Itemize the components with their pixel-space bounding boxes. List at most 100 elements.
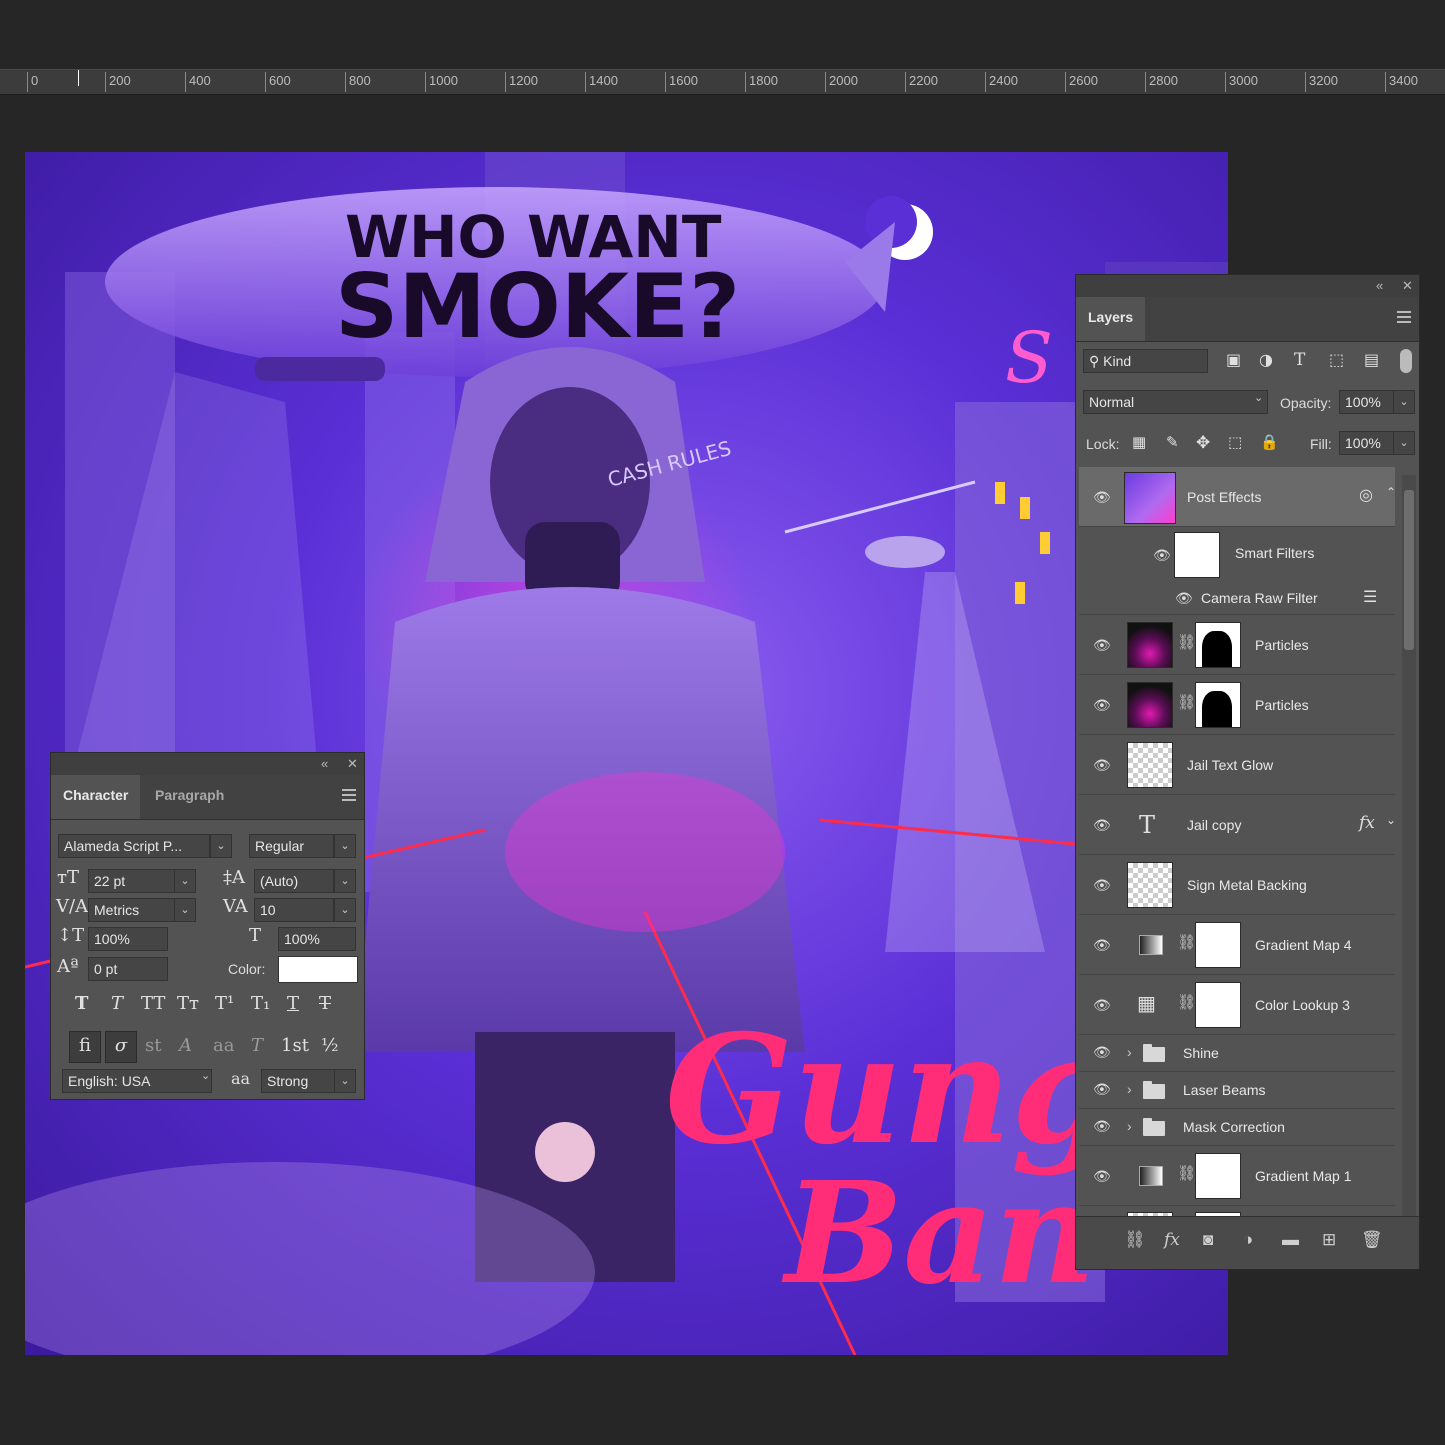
scrollbar-thumb[interactable] <box>1404 490 1414 650</box>
panel-menu-icon[interactable] <box>1397 311 1411 323</box>
kerning-field[interactable]: Metrics <box>88 898 176 922</box>
visibility-eye-icon[interactable]: 👁 <box>1093 1081 1113 1097</box>
visibility-eye-icon[interactable]: 👁 <box>1093 877 1113 893</box>
horizontal-scale-field[interactable]: 100% <box>278 927 356 951</box>
layer-row[interactable]: 👁 Sign Metal Backing <box>1079 855 1395 915</box>
blend-mode-select[interactable]: Normal <box>1083 390 1268 414</box>
leading-field[interactable]: (Auto) <box>254 869 334 893</box>
chevron-down-icon[interactable]: ⌄ <box>1393 390 1415 414</box>
lock-artboard-icon[interactable]: ⬚ <box>1228 433 1242 451</box>
layer-row[interactable]: 👁 T Jail copy fx ⌄ <box>1079 795 1396 855</box>
visibility-eye-icon[interactable]: 👁 <box>1175 590 1195 606</box>
swash-button[interactable]: A <box>179 1035 192 1056</box>
add-mask-icon[interactable]: ◙ <box>1203 1230 1213 1250</box>
lock-transparent-icon[interactable]: ▦ <box>1132 433 1146 451</box>
adjustment-filter-icon[interactable]: ◑ <box>1259 350 1273 369</box>
layer-row[interactable]: 👁 Post Effects ◎ ⌃ <box>1079 467 1396 527</box>
group-row[interactable]: 👁 › Mask Correction <box>1079 1109 1395 1146</box>
font-style-select[interactable]: Regular <box>249 834 334 858</box>
layer-row[interactable]: 👁 Smart Filters <box>1079 527 1395 583</box>
layer-row[interactable]: 👁 Jail Text Glow <box>1079 735 1395 795</box>
layer-row[interactable]: 👁 ⛓ Gradient Map 1 <box>1079 1146 1395 1206</box>
chevron-down-icon[interactable]: ⌄ <box>334 1069 356 1093</box>
stylistic-alternates-button[interactable]: aa <box>213 1035 234 1056</box>
lock-position-icon[interactable]: ✥ <box>1196 433 1210 453</box>
layer-list[interactable]: 👁 Post Effects ◎ ⌃ 👁 Smart Filters 👁 Cam… <box>1076 467 1419 1219</box>
chevron-down-icon[interactable]: ⌄ <box>334 898 356 922</box>
small-caps-button[interactable]: Tт <box>177 993 199 1014</box>
chevron-down-icon[interactable]: ⌄ <box>1254 391 1263 404</box>
chevron-right-icon[interactable]: › <box>1127 1044 1132 1060</box>
tracking-field[interactable]: 10 <box>254 898 334 922</box>
visibility-eye-icon[interactable]: 👁 <box>1093 817 1113 833</box>
chevron-right-icon[interactable]: › <box>1127 1118 1132 1134</box>
chevron-down-icon[interactable]: ⌄ <box>1393 431 1415 455</box>
lock-pixels-icon[interactable]: ✎ <box>1166 433 1179 451</box>
layer-row[interactable]: 👁 ⛓ Particles <box>1079 615 1395 675</box>
collapse-icon[interactable]: « <box>1376 278 1383 293</box>
tab-paragraph[interactable]: Paragraph <box>143 775 236 819</box>
visibility-eye-icon[interactable]: 👁 <box>1093 997 1113 1013</box>
chain-link-icon[interactable]: ⛓ <box>1177 993 1196 1011</box>
mask-thumbnail[interactable] <box>1195 682 1241 728</box>
visibility-eye-icon[interactable]: 👁 <box>1093 937 1113 953</box>
filter-toggle[interactable] <box>1400 349 1412 373</box>
strikethrough-button[interactable]: T <box>319 993 331 1014</box>
font-size-field[interactable]: 22 pt <box>88 869 176 893</box>
visibility-eye-icon[interactable]: 👁 <box>1093 697 1113 713</box>
mask-thumbnail[interactable] <box>1195 1153 1241 1199</box>
color-swatch[interactable] <box>278 956 358 983</box>
mask-thumbnail[interactable] <box>1195 982 1241 1028</box>
layer-row[interactable]: 👁 ▦ ⛓ Color Lookup 3 <box>1079 975 1395 1035</box>
chain-link-icon[interactable]: ⛓ <box>1177 933 1196 951</box>
titling-alternates-button[interactable]: T <box>251 1035 263 1056</box>
baseline-shift-field[interactable]: 0 pt <box>88 957 168 981</box>
chevron-right-icon[interactable]: › <box>1127 1081 1132 1097</box>
close-icon[interactable]: ✕ <box>1402 278 1413 294</box>
chevron-down-icon[interactable]: ⌄ <box>201 1069 210 1082</box>
close-icon[interactable]: ✕ <box>347 756 358 772</box>
new-layer-icon[interactable]: ⊞ <box>1322 1230 1336 1250</box>
smart-object-filter-icon[interactable]: ▤ <box>1364 350 1379 369</box>
ordinals-button[interactable]: 1st <box>281 1035 309 1056</box>
chevron-down-icon[interactable]: ⌄ <box>334 869 356 893</box>
shape-filter-icon[interactable]: ⬚ <box>1329 350 1344 369</box>
visibility-eye-icon[interactable]: 👁 <box>1153 547 1173 563</box>
group-row[interactable]: 👁 › Shine <box>1079 1035 1395 1072</box>
new-adjustment-icon[interactable]: ◑ <box>1243 1230 1253 1250</box>
chevron-up-icon[interactable]: ⌃ <box>1386 485 1396 499</box>
link-layers-icon[interactable]: ⛓ <box>1124 1230 1146 1250</box>
chain-link-icon[interactable]: ⛓ <box>1177 693 1196 711</box>
layer-row[interactable]: 👁 ⛓ Particles <box>1079 675 1395 735</box>
all-caps-button[interactable]: TT <box>141 993 165 1014</box>
character-panel[interactable]: « ✕ Character Paragraph Alameda Script P… <box>50 752 365 1100</box>
visibility-eye-icon[interactable]: 👁 <box>1093 1118 1113 1134</box>
underline-button[interactable]: T <box>287 993 299 1014</box>
visibility-eye-icon[interactable]: 👁 <box>1093 637 1113 653</box>
fractions-button[interactable]: ½ <box>321 1035 338 1056</box>
lock-all-icon[interactable]: 🔒 <box>1260 433 1279 451</box>
language-select[interactable]: English: USA <box>62 1069 212 1093</box>
chevron-down-icon[interactable]: ⌄ <box>334 834 356 858</box>
visibility-eye-icon[interactable]: 👁 <box>1093 489 1113 505</box>
add-style-icon[interactable]: fx <box>1164 1230 1180 1250</box>
vertical-scale-field[interactable]: 100% <box>88 927 168 951</box>
layer-row[interactable]: 👁 ⛓ Gradient Map 4 <box>1079 915 1395 975</box>
chevron-down-icon[interactable]: ⌄ <box>174 869 196 893</box>
discretionary-ligatures-button[interactable]: σ <box>105 1031 137 1063</box>
filter-options-icon[interactable]: ☰ <box>1363 587 1377 606</box>
superscript-button[interactable]: T¹ <box>215 993 234 1014</box>
chain-link-icon[interactable]: ⛓ <box>1177 1164 1196 1182</box>
chain-link-icon[interactable]: ⛓ <box>1177 633 1196 651</box>
mask-thumbnail[interactable] <box>1195 922 1241 968</box>
layer-effects-icon[interactable]: fx <box>1359 813 1375 833</box>
visibility-eye-icon[interactable]: 👁 <box>1093 757 1113 773</box>
group-row[interactable]: 👁 › Laser Beams <box>1079 1072 1395 1109</box>
chevron-down-icon[interactable]: ⌄ <box>1386 813 1396 827</box>
image-filter-icon[interactable]: ▣ <box>1226 350 1241 369</box>
stylistic-ligatures-button[interactable]: st <box>145 1035 161 1056</box>
opacity-field[interactable]: 100% <box>1339 390 1394 414</box>
horizontal-ruler[interactable]: 0 200 400 600 800 1000 1200 1400 1600 18… <box>0 69 1445 95</box>
filter-row[interactable]: 👁 Camera Raw Filter ☰ <box>1079 583 1395 615</box>
tab-layers[interactable]: Layers <box>1076 297 1146 341</box>
